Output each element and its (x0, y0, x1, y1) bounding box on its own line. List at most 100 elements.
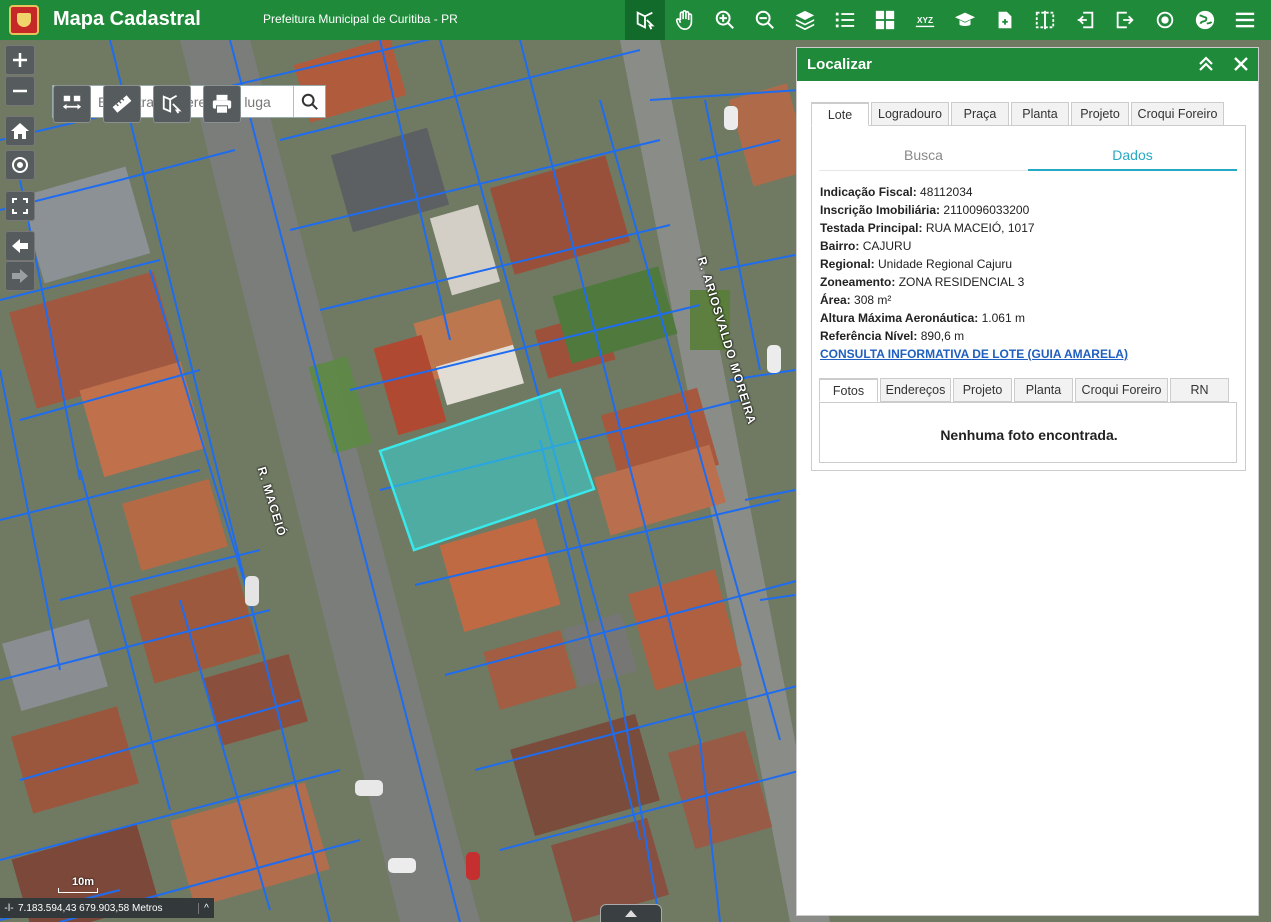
collapse-up-icon[interactable] (1196, 54, 1216, 74)
city-coat-of-arms-logo (9, 5, 39, 35)
crosshair-small-icon[interactable]: -ǀ- (0, 903, 18, 914)
zoom-out-button[interactable] (745, 0, 785, 40)
coordinates-readout: 7.183.594,43 679.903,58 Metros (18, 902, 163, 914)
search-button[interactable] (293, 86, 325, 117)
map-zoom-out-button[interactable] (5, 76, 35, 106)
measure-tool-button[interactable] (103, 85, 141, 123)
app-header: Mapa Cadastral Prefeitura Municipal de C… (0, 0, 1271, 40)
detail-row: Testada Principal: RUA MACEIÓ, 1017 (820, 221, 1035, 235)
detail-row: Referência Nível: 890,6 m (820, 329, 965, 343)
tab-planta[interactable]: Planta (1011, 102, 1069, 126)
coordinates-bar: -ǀ- 7.183.594,43 679.903,58 Metros ^ (0, 898, 214, 918)
grid-icon (875, 10, 895, 30)
close-icon[interactable] (1231, 54, 1251, 74)
fullscreen-icon (12, 198, 28, 214)
minus-icon (13, 89, 27, 93)
my-location-button[interactable] (5, 150, 35, 180)
tab-enderecos[interactable]: Endereços (880, 378, 951, 402)
detail-row: Zoneamento: ZONA RESIDENCIAL 3 (820, 275, 1025, 289)
login-icon (1077, 11, 1094, 29)
detail-row: Regional: Unidade Regional Cajuru (820, 257, 1013, 271)
tab-projeto-fotos[interactable]: Projeto (953, 378, 1012, 402)
lote-tabs: Lote Logradouro Praça Planta Projeto Cro… (811, 102, 1226, 126)
zoom-in-icon (715, 10, 734, 29)
logout-button[interactable] (1105, 0, 1145, 40)
no-photo-message: Nenhuma foto encontrada. (940, 427, 1118, 443)
plus-icon (13, 53, 27, 67)
app-subtitle: Prefeitura Municipal de Curitiba - PR (263, 12, 458, 26)
scale-bar (58, 888, 98, 893)
tab-rn[interactable]: RN (1170, 378, 1229, 402)
tab-fotos[interactable]: Fotos (819, 378, 878, 402)
swipe-tool-button[interactable] (53, 85, 91, 123)
scale-label: 10m (72, 876, 95, 888)
crosshair-icon (12, 157, 28, 173)
xyz-button[interactable]: XYZ (905, 0, 945, 40)
full-extent-button[interactable] (5, 191, 35, 221)
tab-croqui-foreiro[interactable]: Croqui Foreiro (1131, 102, 1224, 126)
next-extent-button[interactable] (5, 261, 35, 291)
tab-busca[interactable]: Busca (819, 140, 1028, 171)
grid-button[interactable] (865, 0, 905, 40)
consulta-informativa-link[interactable]: CONSULTA INFORMATIVA DE LOTE (GUIA AMARE… (820, 347, 1128, 361)
tab-croqui-foreiro-fotos[interactable]: Croqui Foreiro (1075, 378, 1168, 402)
chevron-up-icon[interactable]: ^ (198, 902, 214, 914)
caret-up-icon (625, 910, 637, 917)
tab-planta-fotos[interactable]: Planta (1014, 378, 1073, 402)
zoom-in-button[interactable] (705, 0, 745, 40)
target-icon (1156, 11, 1174, 29)
panel-header: Localizar (797, 48, 1258, 81)
xyz-icon: XYZ (915, 16, 935, 28)
previous-extent-button[interactable] (5, 231, 35, 261)
arrow-right-icon (12, 269, 28, 283)
photo-tabs: Fotos Endereços Projeto Planta Croqui Fo… (819, 378, 1231, 402)
map-identify-icon (162, 94, 182, 114)
logout-icon (1116, 11, 1134, 29)
home-icon (11, 123, 29, 139)
photos-content: Nenhuma foto encontrada. (819, 402, 1237, 463)
main-toolbar: XYZ (625, 0, 1265, 40)
detail-row: Bairro: CAJURU (820, 239, 912, 253)
tab-praca[interactable]: Praça (951, 102, 1009, 126)
swipe-icon (62, 95, 82, 110)
detail-row: Altura Máxima Aeronáutica: 1.061 m (820, 311, 1025, 325)
tab-logradouro[interactable]: Logradouro (871, 102, 949, 126)
tab-lote[interactable]: Lote (811, 102, 869, 126)
map-zoom-in-button[interactable] (5, 45, 35, 75)
home-button[interactable] (5, 116, 35, 146)
busca-dados-tabs: Busca Dados (819, 140, 1237, 171)
identify-button[interactable] (625, 0, 665, 40)
search-icon (301, 93, 318, 110)
login-button[interactable] (1065, 0, 1105, 40)
arrow-left-icon (12, 239, 28, 253)
layers-button[interactable] (785, 0, 825, 40)
app-title: Mapa Cadastral (53, 8, 201, 30)
panel-title: Localizar (807, 56, 873, 73)
lot-details: Indicação Fiscal: 48112034 Inscrição Imo… (820, 183, 1240, 363)
globe-button[interactable] (1185, 0, 1225, 40)
layers-icon (795, 10, 815, 31)
identify-icon (636, 11, 655, 30)
detail-row: Área: 308 m² (820, 293, 892, 307)
legend-button[interactable] (825, 0, 865, 40)
locate-button[interactable] (1145, 0, 1185, 40)
printer-icon (212, 94, 232, 114)
menu-icon (1235, 12, 1255, 28)
detail-row: Inscrição Imobiliária: 2110096033200 (820, 203, 1030, 217)
localizar-panel: Localizar Lote Logradouro Praça Planta P… (796, 47, 1259, 916)
zoom-out-icon (755, 10, 774, 29)
svg-text:XYZ: XYZ (917, 16, 933, 25)
menu-button[interactable] (1225, 0, 1265, 40)
detail-row: Indicação Fiscal: 48112034 (820, 185, 973, 199)
add-document-button[interactable] (985, 0, 1025, 40)
print-button[interactable] (203, 85, 241, 123)
education-button[interactable] (945, 0, 985, 40)
pan-button[interactable] (665, 0, 705, 40)
tab-dados[interactable]: Dados (1028, 140, 1237, 171)
compare-button[interactable] (1025, 0, 1065, 40)
pan-hand-icon (675, 10, 693, 30)
bottom-panel-toggle[interactable] (600, 904, 662, 922)
tab-projeto[interactable]: Projeto (1071, 102, 1129, 126)
identify-tool-button[interactable] (153, 85, 191, 123)
graduation-cap-icon (954, 12, 976, 26)
